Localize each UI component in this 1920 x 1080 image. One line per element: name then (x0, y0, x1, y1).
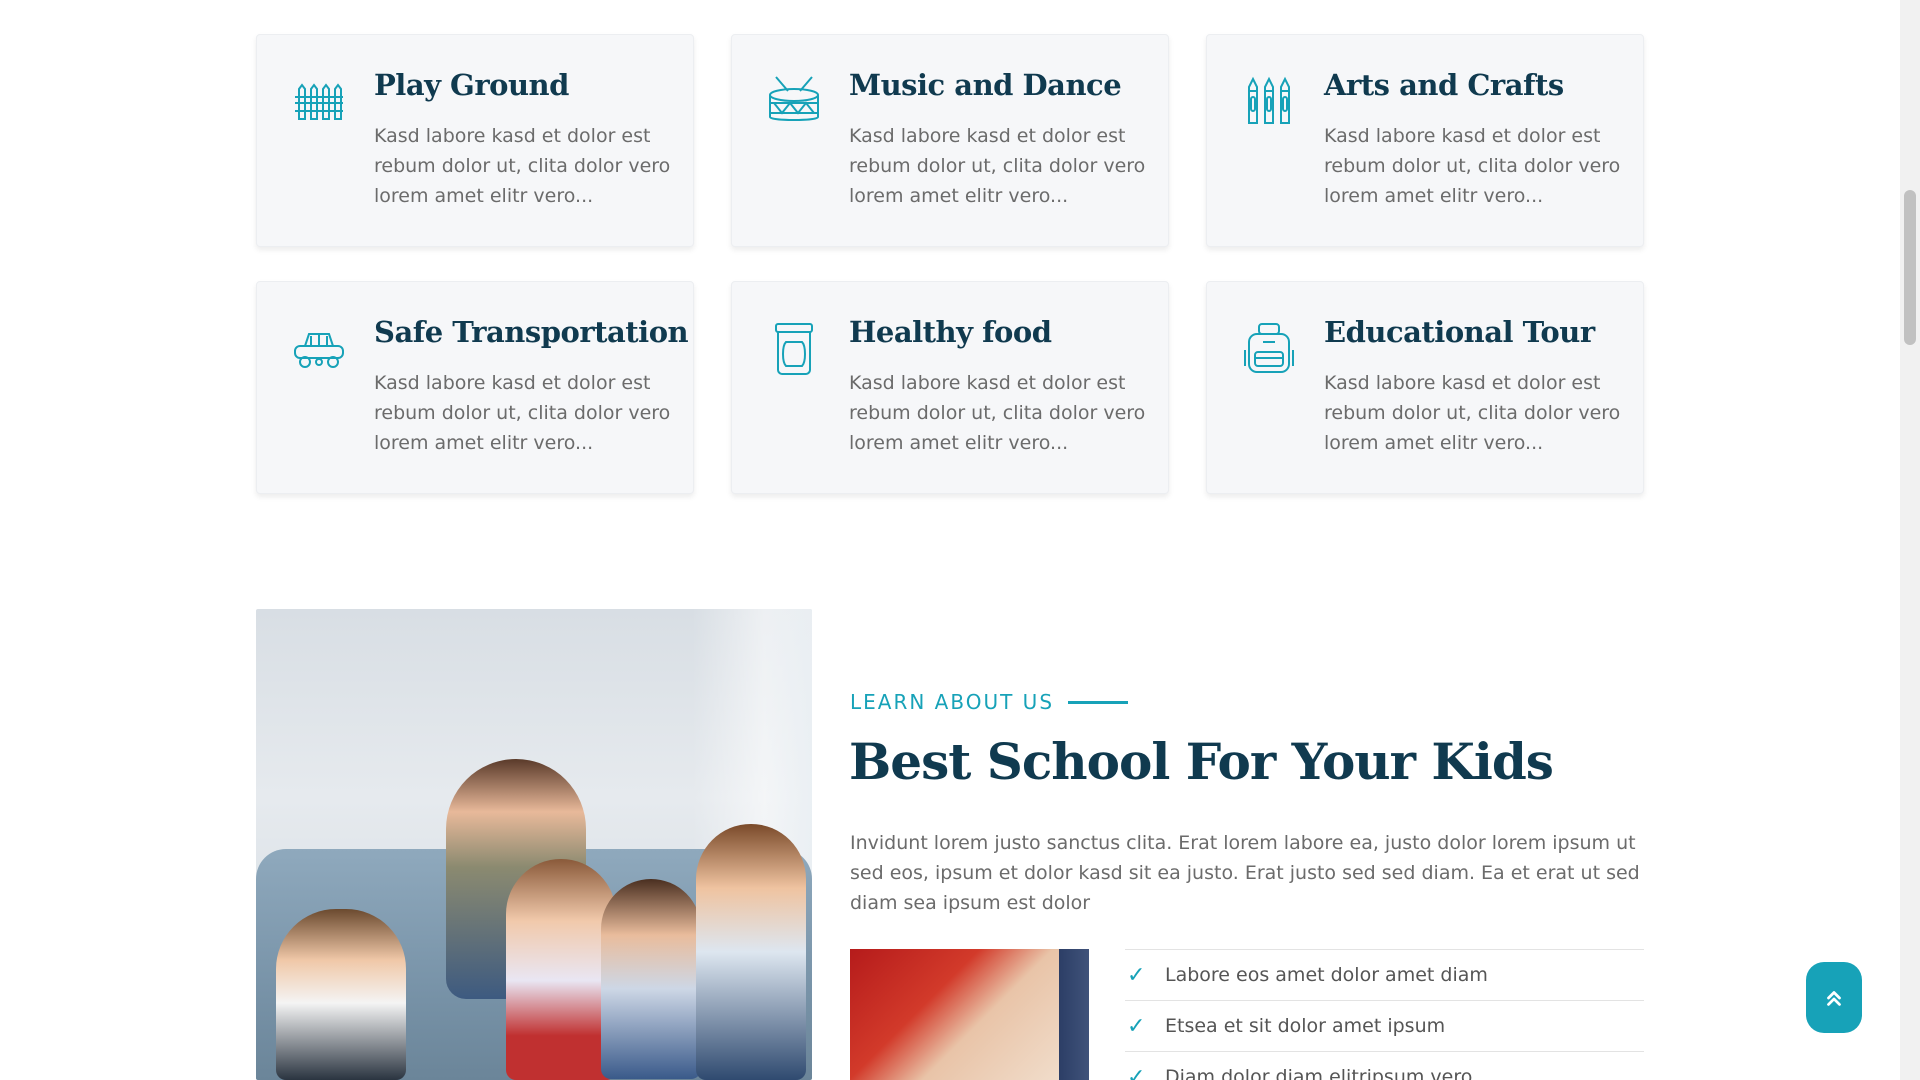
service-title: Arts and Crafts (1324, 68, 1564, 102)
double-chevron-up-icon (1827, 990, 1841, 1006)
crayons-icon (1241, 73, 1297, 129)
service-card-playground: Play Ground Kasd labore kasd et dolor es… (256, 34, 694, 247)
back-to-top-button[interactable] (1806, 962, 1862, 1033)
service-text: Kasd labore kasd et dolor est rebum dolo… (849, 125, 1146, 207)
service-title: Safe Transportation (374, 315, 689, 349)
service-text: Kasd labore kasd et dolor est rebum dolo… (1324, 125, 1621, 207)
photo-child (601, 879, 701, 1079)
list-item: ✓ Labore eos amet dolor amet diam (1125, 949, 1644, 1000)
check-icon: ✓ (1127, 962, 1146, 988)
feature-checklist: ✓ Labore eos amet dolor amet diam ✓ Etse… (1125, 949, 1644, 1080)
service-title: Music and Dance (849, 68, 1122, 102)
service-card-transport: Safe Transportation Kasd labore kasd et … (256, 281, 694, 494)
photo-child (276, 909, 406, 1080)
jar-icon (766, 320, 822, 376)
backpack-icon (1241, 320, 1297, 376)
about-photo-child-drawing (850, 949, 1089, 1080)
service-text: Kasd labore kasd et dolor est rebum dolo… (1324, 372, 1621, 454)
service-text: Kasd labore kasd et dolor est rebum dolo… (374, 125, 671, 207)
photo-child (696, 824, 806, 1080)
check-icon: ✓ (1127, 1013, 1146, 1039)
list-item: ✓ Diam dolor diam elitripsum vero (1125, 1051, 1644, 1080)
section-eyebrow-label: LEARN ABOUT US (850, 690, 1055, 714)
section-eyebrow: LEARN ABOUT US (850, 690, 1129, 714)
car-icon (291, 320, 347, 376)
service-text: Kasd labore kasd et dolor est rebum dolo… (849, 372, 1146, 454)
page: Play Ground Kasd labore kasd et dolor es… (0, 0, 1900, 1080)
service-title: Educational Tour (1324, 315, 1595, 349)
service-card-music: Music and Dance Kasd labore kasd et dolo… (731, 34, 1169, 247)
services-grid: Play Ground Kasd labore kasd et dolor es… (256, 34, 1644, 494)
list-item-label: Diam dolor diam elitripsum vero (1165, 1066, 1473, 1080)
section-title: Best School For Your Kids (849, 732, 1554, 791)
service-title: Play Ground (374, 68, 569, 102)
photo-bookshelf (1059, 949, 1089, 1080)
service-text: Kasd labore kasd et dolor est rebum dolo… (374, 372, 671, 454)
list-item-label: Etsea et sit dolor amet ipsum (1165, 1015, 1446, 1037)
scrollbar-thumb[interactable] (1904, 190, 1916, 345)
section-description: Invidunt lorem justo sanctus clita. Erat… (850, 832, 1640, 914)
eyebrow-divider (1068, 700, 1129, 704)
about-photo-teacher-with-kids (256, 609, 812, 1080)
list-item: ✓ Etsea et sit dolor amet ipsum (1125, 1000, 1644, 1051)
list-item-label: Labore eos amet dolor amet diam (1165, 964, 1488, 986)
page-scrollbar[interactable] (1900, 0, 1920, 1080)
service-card-food: Healthy food Kasd labore kasd et dolor e… (731, 281, 1169, 494)
fence-icon (291, 73, 347, 129)
service-title: Healthy food (849, 315, 1052, 349)
service-card-arts: Arts and Crafts Kasd labore kasd et dolo… (1206, 34, 1644, 247)
service-card-tour: Educational Tour Kasd labore kasd et dol… (1206, 281, 1644, 494)
check-icon: ✓ (1127, 1064, 1146, 1080)
photo-child (506, 859, 616, 1080)
drum-icon (766, 73, 822, 129)
